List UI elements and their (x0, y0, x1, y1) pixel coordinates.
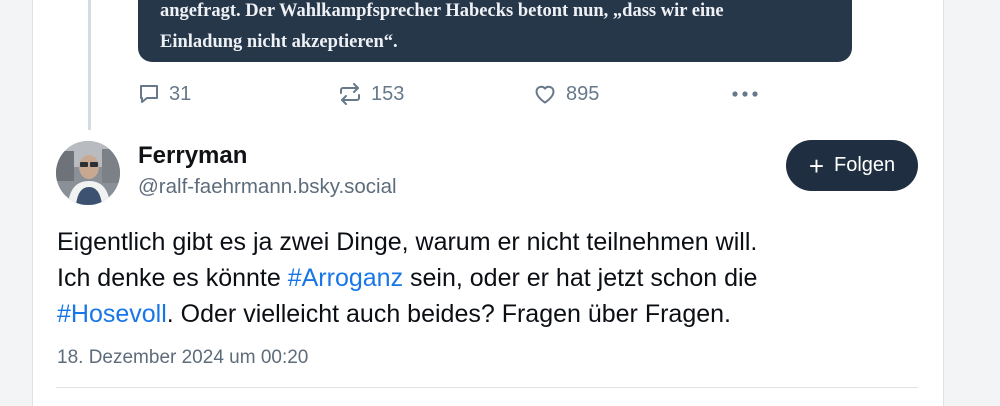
repost-count: 153 (371, 82, 405, 105)
post-timestamp: 18. Dezember 2024 um 00:20 (57, 347, 309, 368)
reply-button[interactable]: 31 (137, 79, 191, 109)
post-text-line-2: Ich denke es könnte #Arroganz sein, oder… (57, 260, 927, 296)
author-handle[interactable]: @ralf-faehrmann.bsky.social (138, 175, 397, 199)
avatar-photo (56, 141, 120, 205)
thread-connector-line (88, 0, 91, 130)
like-count: 895 (566, 82, 600, 105)
quoted-post-line-1: angefragt. Der Wahlkampfsprecher Habecks… (160, 1, 724, 21)
ellipsis-icon (732, 91, 758, 97)
post-text-segment: . Oder vielleicht auch beides? Fragen üb… (166, 300, 731, 328)
post-text-segment: Ich denke es könnte (57, 264, 288, 292)
speech-bubble-icon (140, 85, 158, 103)
author-name[interactable]: Ferryman (138, 142, 247, 170)
repost-arrows-icon (340, 83, 360, 105)
follow-button-label: Folgen (834, 154, 896, 176)
post-text-line-1: Eigentlich gibt es ja zwei Dinge, warum … (57, 228, 758, 256)
avatar[interactable] (56, 141, 120, 205)
reply-count: 31 (169, 82, 192, 105)
repost-button[interactable]: 153 (337, 79, 404, 109)
more-options-button[interactable] (731, 79, 759, 109)
quoted-post-line-2: Einladung nicht akzeptieren“. (160, 32, 398, 52)
heart-icon (535, 85, 555, 104)
post-text-segment: sein, oder er hat jetzt schon die (403, 264, 758, 292)
like-button[interactable]: 895 (532, 79, 599, 109)
hashtag-arroganz[interactable]: #Arroganz (288, 264, 403, 292)
post-text: Eigentlich gibt es ja zwei Dinge, warum … (57, 224, 927, 332)
divider (56, 387, 918, 388)
hashtag-hosevoll[interactable]: #Hosevoll (57, 300, 167, 328)
follow-button[interactable]: + Folgen (786, 140, 918, 191)
plus-icon: + (808, 150, 825, 181)
quoted-post-card[interactable]: angefragt. Der Wahlkampfsprecher Habecks… (138, 0, 852, 62)
post-text-line-3: #Hosevoll. Oder vielleicht auch beides? … (57, 296, 927, 332)
